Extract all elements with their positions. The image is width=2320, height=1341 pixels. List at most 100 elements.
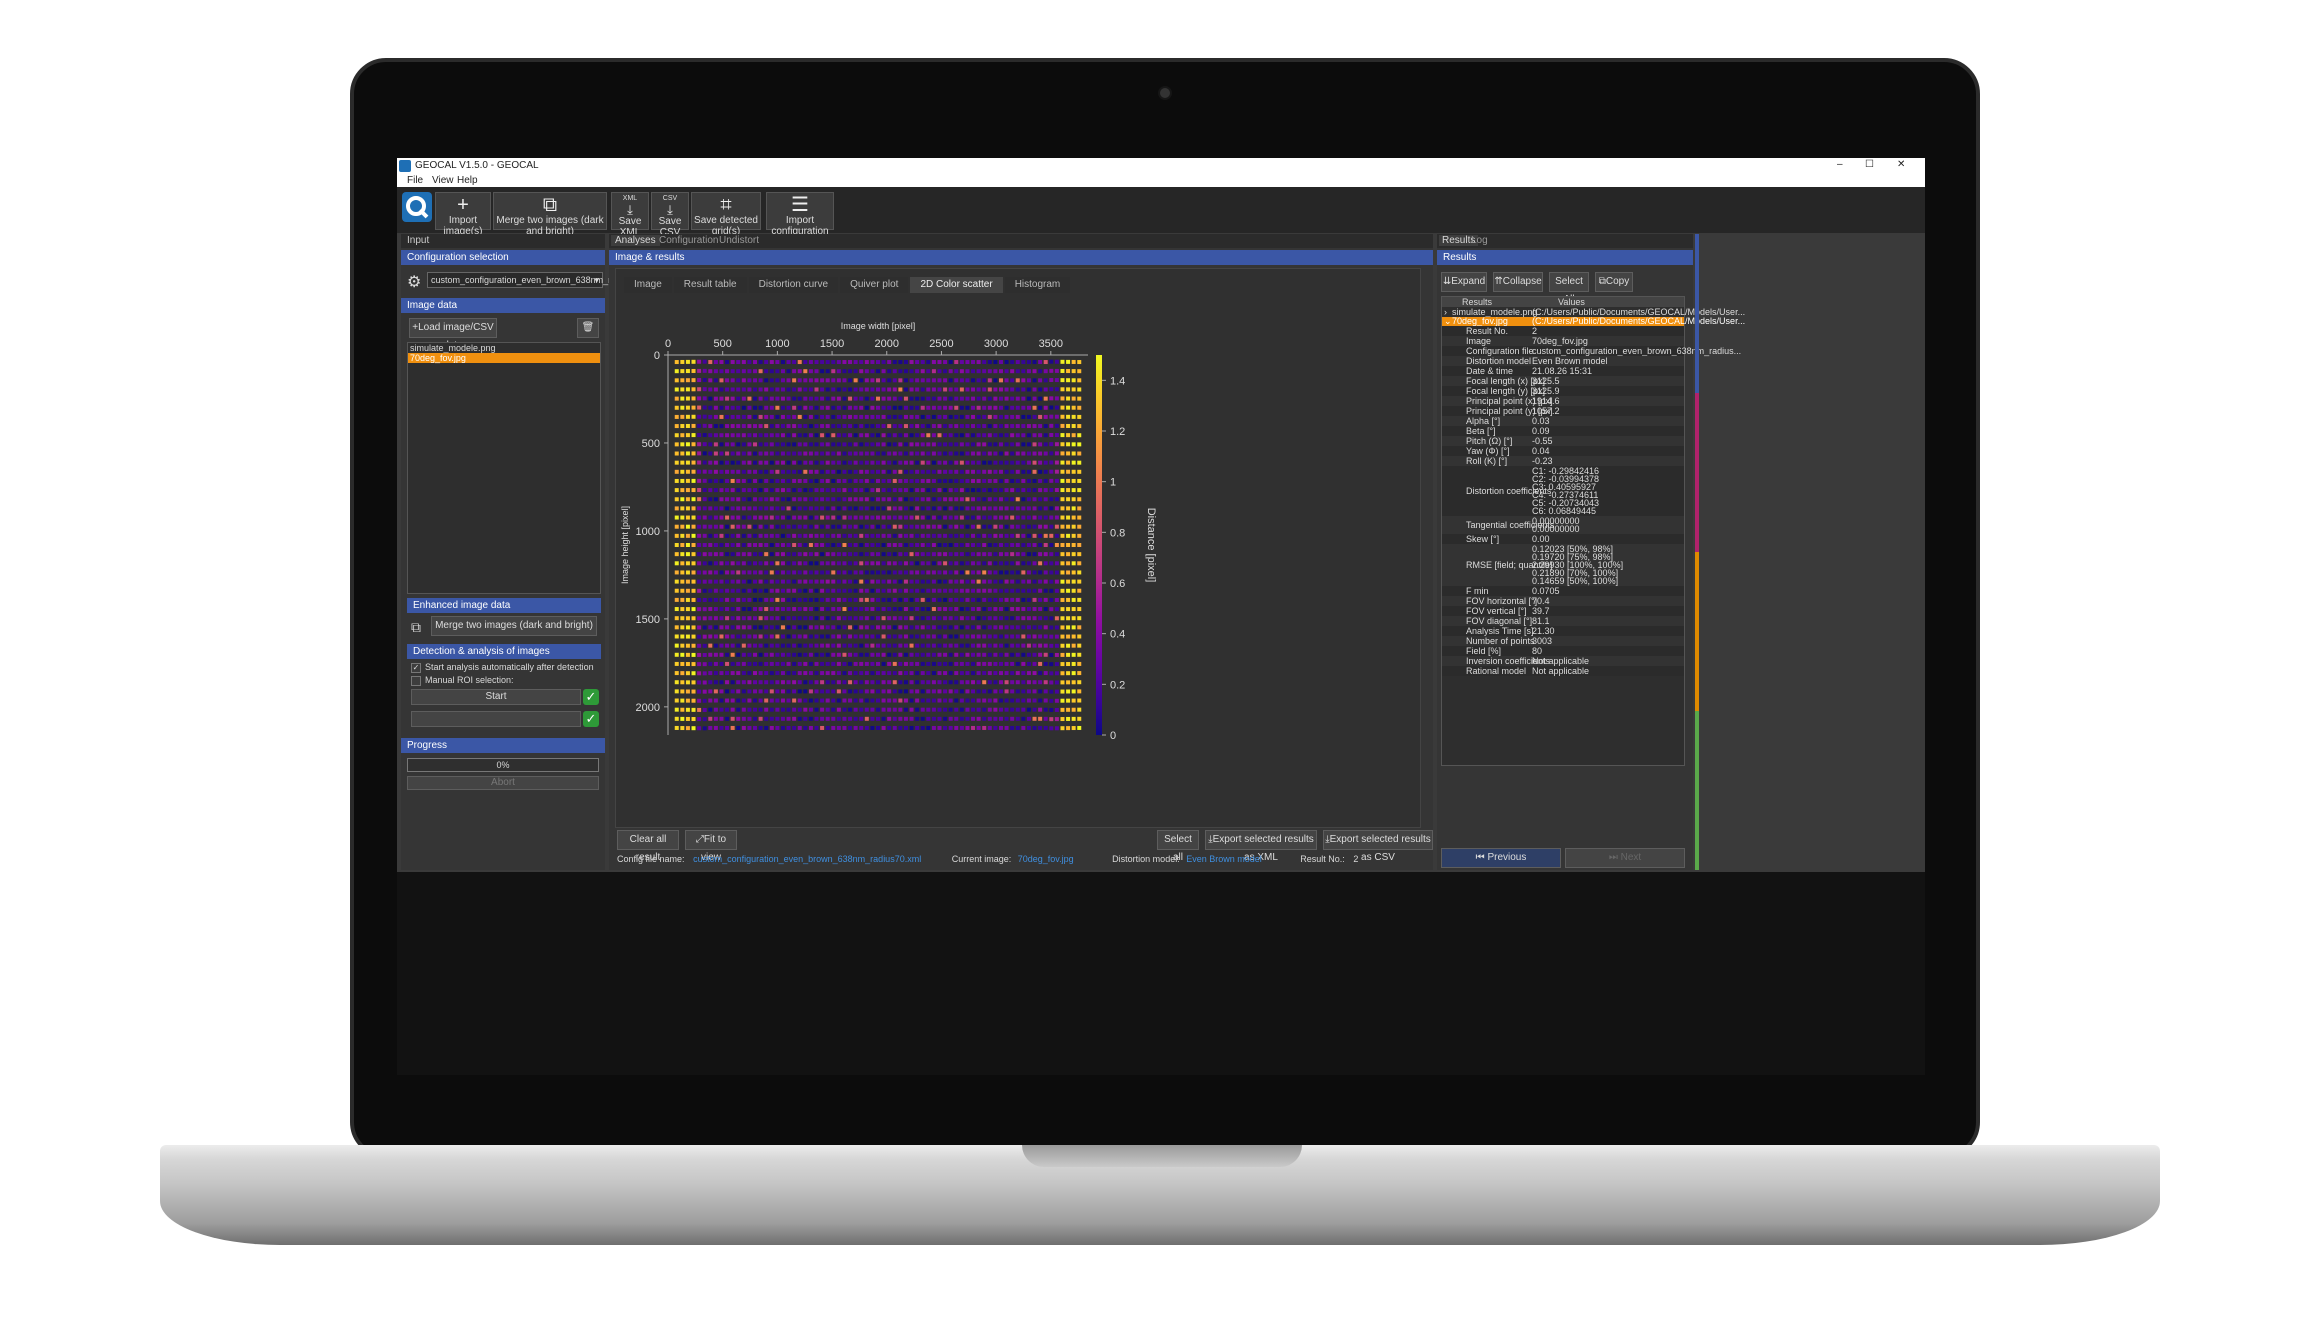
start-button[interactable]: Start (411, 689, 581, 705)
abort-button[interactable]: Abort (407, 776, 599, 790)
expand-button[interactable]: ⇊Expand (1441, 272, 1487, 292)
save-grid-button[interactable]: ⌗ Save detected grid(s) (691, 192, 761, 237)
scatter-point (758, 643, 763, 648)
tab-histogram[interactable]: Histogram (1004, 277, 1071, 293)
copy-button[interactable]: ⧉Copy (1595, 272, 1633, 292)
scatter-point (926, 689, 931, 694)
tab-quiver-plot[interactable]: Quiver plot (840, 277, 909, 293)
export-csv-button[interactable]: ⤓Export selected results as CSV (1323, 830, 1433, 863)
scatter-point (1077, 661, 1082, 666)
menu-file[interactable]: File (407, 175, 423, 186)
scatter-point (943, 634, 948, 639)
scatter-point (848, 360, 853, 365)
load-image-button[interactable]: +Load image/CSV data (409, 318, 497, 351)
scatter-point (825, 570, 830, 575)
scatter-point (780, 515, 785, 520)
tab-analyses[interactable]: Analyses (611, 235, 660, 246)
scatter-point (959, 478, 964, 483)
auto-analysis-checkbox[interactable]: ✓ Start analysis automatically after dete… (411, 662, 594, 673)
scatter-point (876, 588, 880, 593)
scatter-point (976, 378, 981, 383)
scatter-point (808, 671, 813, 676)
select-all-results-button[interactable]: Select All (1549, 272, 1589, 305)
maximize-button[interactable]: ☐ (1865, 159, 1874, 170)
scatter-point (753, 414, 758, 419)
scatter-point (876, 661, 880, 666)
collapse-button[interactable]: ⇈Collapse (1493, 272, 1543, 292)
scatter-point (730, 515, 735, 520)
scatter-point (730, 616, 735, 621)
scatter-point (1038, 488, 1043, 493)
scatter-point (1066, 662, 1071, 667)
manual-roi-checkbox[interactable]: Manual ROI selection: (411, 675, 514, 686)
scatter-point (1043, 506, 1048, 511)
merge-images-button[interactable]: ⧉ Merge two images (dark and bright) (493, 192, 607, 237)
scatter-point (965, 460, 970, 465)
next-button[interactable]: ⏭ Next (1565, 848, 1685, 868)
gear-icon[interactable]: ⚙ (407, 272, 421, 292)
scatter-point (881, 543, 886, 547)
scatter-point (926, 469, 931, 474)
scatter-point (987, 597, 992, 602)
import-configuration-button[interactable]: ☰ Import configuration (766, 192, 834, 237)
menu-view[interactable]: View (432, 175, 454, 186)
configuration-select[interactable]: custom_configuration_even_brown_638nm_ra… (427, 272, 643, 288)
minimize-button[interactable]: – (1837, 159, 1843, 170)
scatter-point (887, 661, 892, 666)
menu-help[interactable]: Help (457, 175, 478, 186)
save-xml-button[interactable]: XML ⤓ Save XML (611, 192, 649, 238)
results-tree: Results Values › simulate_modele.png (C:/U… (1441, 296, 1745, 766)
distortion-model-link[interactable]: Even Brown model (1186, 854, 1262, 864)
scatter-point (680, 533, 685, 538)
color-scatter-chart[interactable]: Image width [pixel]Image height [pixel]0… (616, 303, 1420, 823)
save-csv-button[interactable]: CSV ⤓ Save CSV (651, 192, 689, 238)
tab-undistort[interactable]: Undistort (719, 235, 759, 246)
scatter-point (719, 689, 724, 694)
config-file-link[interactable]: custom_configuration_even_brown_638nm_ra… (693, 854, 921, 864)
scatter-point (831, 725, 836, 730)
tab-result-table[interactable]: Result table (673, 277, 747, 293)
clear-all-result-button[interactable]: Clear all result (617, 830, 679, 863)
scatter-point (1038, 616, 1043, 621)
scatter-point (842, 634, 847, 639)
scatter-point (848, 378, 853, 383)
result-row: Result No. 2 (1442, 326, 1684, 336)
scatter-point (887, 616, 892, 621)
scatter-point (691, 469, 696, 474)
scatter-point (948, 552, 953, 557)
export-xml-button[interactable]: ⤓Export selected results as XML (1205, 830, 1317, 863)
scatter-point (965, 689, 970, 694)
scatter-point (1026, 597, 1031, 602)
tab-configuration[interactable]: Configuration (659, 235, 718, 246)
scatter-point (753, 451, 758, 456)
tab-2d-color-scatter[interactable]: 2D Color scatter (910, 277, 1003, 293)
scatter-point (898, 488, 903, 493)
scatter-point (915, 533, 920, 538)
scatter-point (1010, 515, 1015, 520)
merge-two-images-button[interactable]: Merge two images (dark and bright) (431, 616, 597, 636)
scatter-point (1060, 515, 1065, 520)
current-image-link[interactable]: 70deg_fov.jpg (1018, 854, 1074, 864)
result-row: Distortion model Even Brown model (1442, 356, 1684, 366)
close-button[interactable]: ✕ (1897, 159, 1905, 170)
scatter-point (758, 652, 763, 657)
scatter-point (741, 433, 746, 438)
previous-button[interactable]: ⏮ Previous (1441, 848, 1561, 868)
scatter-point (820, 469, 825, 474)
scatter-point (825, 378, 830, 383)
file-item-70deg[interactable]: 70deg_fov.jpg (408, 353, 600, 363)
delete-file-button[interactable]: 🗑 (577, 318, 599, 338)
tab-log[interactable]: Log (1471, 235, 1488, 246)
result-file-row[interactable]: ⌄ 70deg_fov.jpg (C:/Users/Public/Documents… (1442, 317, 1745, 326)
scatter-point (892, 579, 897, 584)
select-all-button[interactable]: Select all (1157, 830, 1199, 863)
scatter-point (803, 597, 808, 602)
tab-image[interactable]: Image (624, 277, 672, 293)
tab-distortion-curve[interactable]: Distortion curve (748, 277, 839, 293)
scatter-point (780, 579, 785, 584)
import-images-button[interactable]: + Import image(s) (435, 192, 491, 237)
file-item-simulate[interactable]: simulate_modele.png (408, 343, 600, 353)
scatter-point (685, 396, 690, 401)
scatter-point (1066, 497, 1071, 502)
fit-to-view-button[interactable]: ⤢Fit to view (685, 830, 737, 863)
